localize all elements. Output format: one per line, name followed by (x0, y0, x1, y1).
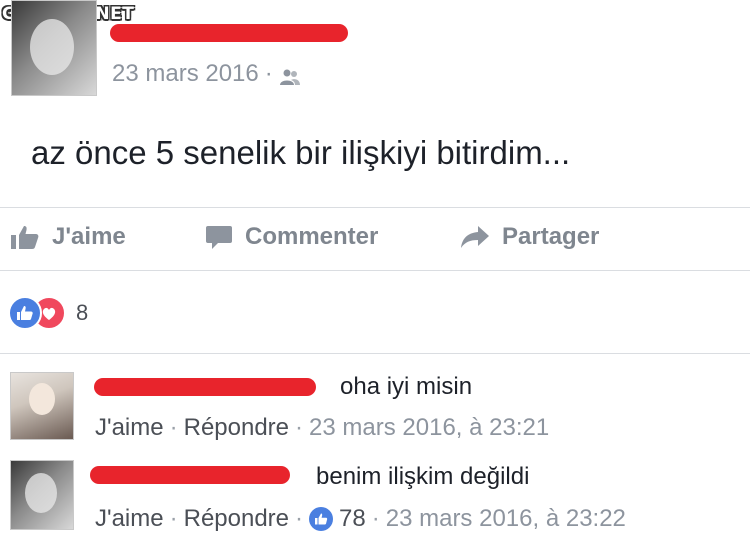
comment-reply-link[interactable]: Répondre (184, 414, 289, 442)
meta-separator: · (295, 505, 304, 532)
friends-icon[interactable] (279, 65, 301, 85)
poster-avatar[interactable] (11, 0, 97, 96)
reaction-count: 8 (76, 300, 89, 325)
reactions-summary[interactable]: 8 (8, 296, 88, 330)
comment-text: oha iyi misin (340, 373, 473, 400)
share-arrow-icon (460, 224, 490, 250)
redacted-poster-name (110, 24, 348, 42)
commenter-avatar[interactable] (10, 460, 74, 530)
redacted-commenter-name (94, 378, 316, 396)
share-button[interactable]: Partager (460, 223, 599, 251)
like-reaction-icon (309, 507, 334, 531)
comment-like-badge[interactable]: 78 (309, 505, 366, 533)
thumbs-up-icon (10, 224, 40, 250)
post-text: az önce 5 senelik bir ilişkiyi bitirdim.… (31, 134, 571, 171)
comment-like-link[interactable]: J'aime (95, 414, 164, 442)
commenter-avatar[interactable] (10, 372, 74, 440)
share-label: Partager (502, 223, 600, 250)
divider (0, 270, 750, 271)
meta-separator: · (264, 60, 273, 87)
comment-button[interactable]: Commenter (205, 223, 378, 251)
comment-meta: J'aime · Répondre · 78 · 23 mars 2016, à… (95, 505, 626, 533)
comment-like-count: 78 (339, 505, 366, 532)
like-button[interactable]: J'aime (10, 223, 126, 251)
like-reaction-icon (8, 296, 42, 330)
meta-separator: · (169, 505, 178, 532)
divider (0, 207, 750, 208)
divider (0, 353, 750, 354)
comment-like-link[interactable]: J'aime (95, 505, 164, 533)
like-label: J'aime (52, 223, 126, 250)
post-date[interactable]: 23 mars 2016 (112, 60, 259, 88)
comment-meta: J'aime · Répondre · 23 mars 2016, à 23:2… (95, 414, 549, 442)
meta-separator: · (169, 414, 178, 441)
comment-timestamp[interactable]: 23 mars 2016, à 23:22 (386, 505, 626, 533)
meta-separator: · (371, 505, 380, 532)
comment-reply-link[interactable]: Répondre (184, 505, 289, 533)
redacted-commenter-name (90, 466, 290, 484)
comment-label: Commenter (245, 223, 379, 250)
comment-text: benim ilişkim değildi (316, 463, 530, 490)
post-meta: 23 mars 2016 · (112, 60, 301, 88)
meta-separator: · (295, 414, 304, 441)
comment-timestamp[interactable]: 23 mars 2016, à 23:21 (309, 414, 549, 442)
comment-icon (205, 224, 233, 250)
